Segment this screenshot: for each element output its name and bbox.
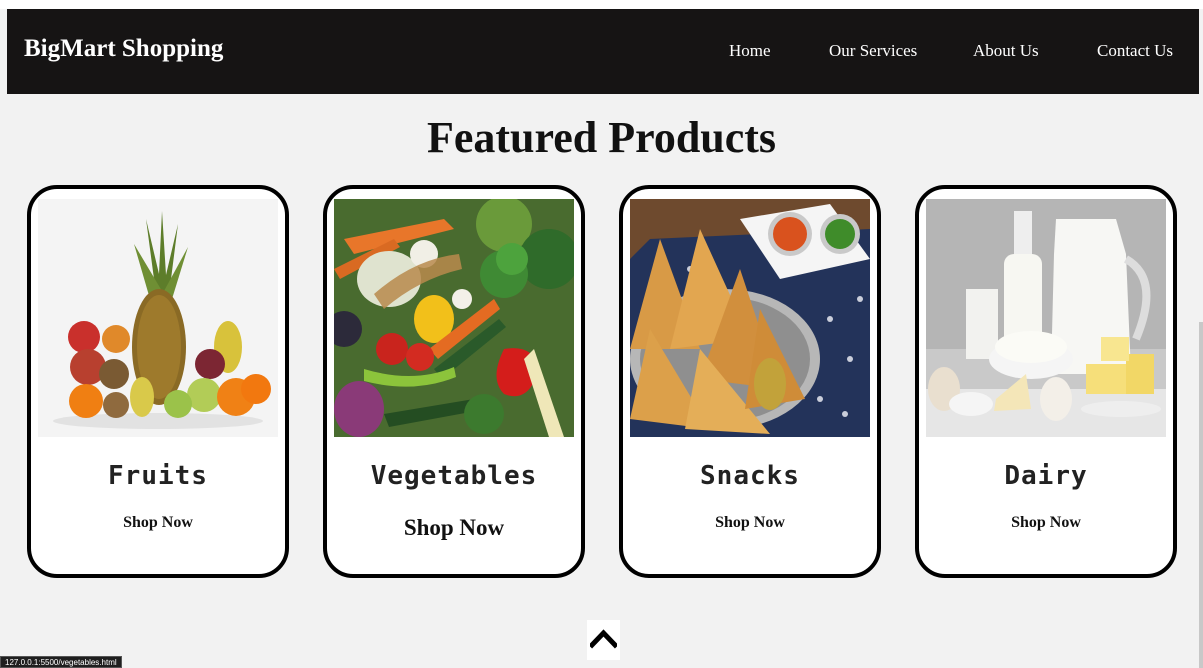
product-name: Snacks [700,461,800,491]
snacks-image [630,199,870,437]
shop-now-button[interactable]: Shop Now [919,514,1173,532]
nav-link-contact-us[interactable]: Contact Us [1097,41,1173,61]
snacks-illustration [630,199,870,437]
page-scrollbar[interactable] [1199,322,1203,668]
product-card-dairy[interactable]: Dairy Shop Now [915,185,1177,578]
product-name: Vegetables [370,461,538,491]
nav-link-about-us[interactable]: About Us [973,41,1039,61]
product-card-snacks[interactable]: Snacks Shop Now [619,185,881,578]
window-top-strip [0,0,1203,9]
product-name: Dairy [1004,461,1088,491]
fruits-image [38,199,278,437]
status-bar-url: 127.0.0.1:5500/vegetables.html [0,656,122,668]
fruits-illustration [38,199,278,437]
shop-now-button[interactable]: Shop Now [327,515,581,541]
page-title: Featured Products [426,113,777,162]
back-to-top-button[interactable] [587,620,620,660]
vegetables-image [334,199,574,437]
dairy-illustration [926,199,1166,437]
nav-link-home[interactable]: Home [729,41,771,61]
product-card-vegetables[interactable]: Vegetables Shop Now [323,185,585,578]
shop-now-button[interactable]: Shop Now [623,514,877,532]
dairy-image [926,199,1166,437]
shop-now-button[interactable]: Shop Now [31,514,285,532]
navbar: BigMart Shopping Home Our Services About… [7,9,1199,94]
chevron-up-icon [590,629,617,649]
nav-link-our-services[interactable]: Our Services [829,41,917,61]
vegetables-illustration [334,199,574,437]
nav-links: Home Our Services About Us Contact Us [7,41,1199,65]
product-name: Fruits [108,461,208,491]
product-card-fruits[interactable]: Fruits Shop Now [27,185,289,578]
